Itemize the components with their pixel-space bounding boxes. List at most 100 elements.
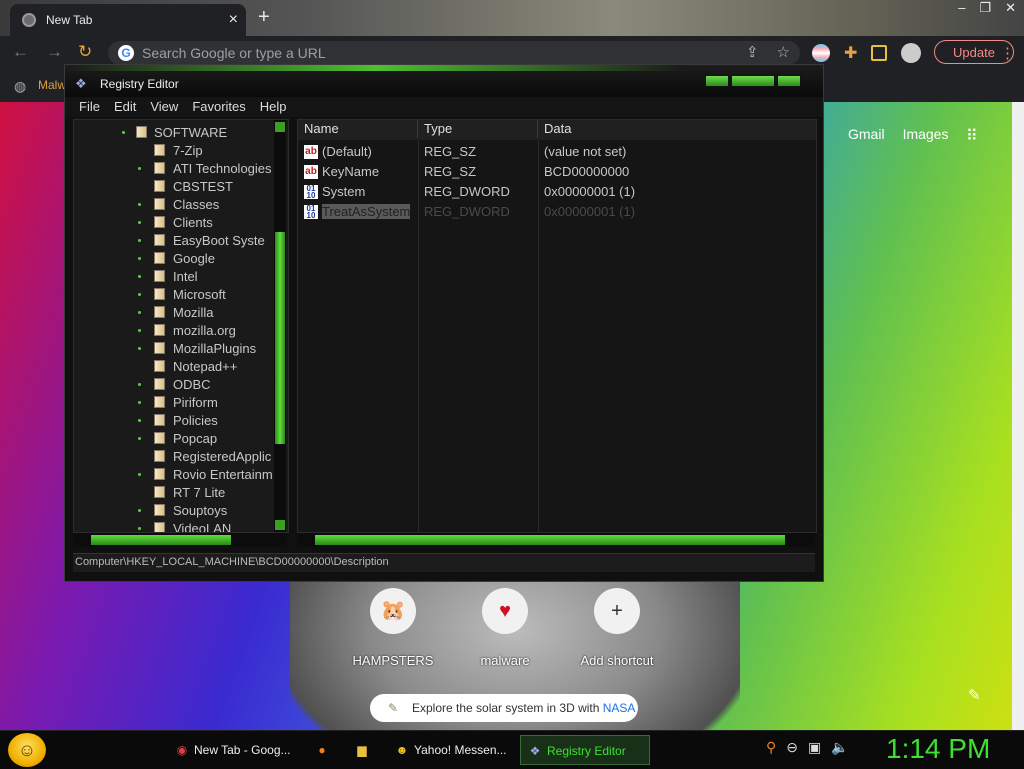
promo-banner[interactable]: ✎ Explore the solar system in 3D with NAS…	[370, 694, 638, 722]
taskbar-item-chrome[interactable]: ◉ New Tab - Goog...	[168, 735, 296, 765]
list-item[interactable]: 01 10 System REG_DWORD 0x00000001 (1)	[298, 182, 816, 202]
side-panel-icon[interactable]	[871, 45, 888, 61]
back-arrow-icon[interactable]: ←	[12, 42, 29, 62]
search-icon[interactable]: ⚲	[766, 739, 776, 756]
expand-dot-icon[interactable]	[138, 437, 141, 440]
shortcut-add[interactable]: + Add shortcut	[567, 588, 667, 668]
expand-dot-icon[interactable]	[138, 419, 141, 422]
tree-horizontal-scrollbar[interactable]	[73, 533, 287, 547]
menu-favorites[interactable]: Favorites	[192, 97, 245, 117]
more-menu-icon[interactable]: ⋮	[1000, 44, 1015, 62]
gmail-link[interactable]: Gmail	[848, 126, 885, 142]
expand-dot-icon[interactable]	[138, 239, 141, 242]
taskbar-item-regedit[interactable]: ❖ Registry Editor	[520, 735, 650, 765]
expand-dot-icon[interactable]	[138, 167, 141, 170]
expand-dot-icon[interactable]	[138, 383, 141, 386]
scroll-thumb[interactable]	[91, 535, 231, 545]
scroll-thumb[interactable]	[315, 535, 785, 545]
column-name[interactable]: Name	[298, 120, 418, 138]
minimize-button[interactable]	[705, 75, 729, 87]
key-tree[interactable]: SOFTWARE 7-Zip ATI Technologies CBSTEST Cla…	[73, 119, 289, 533]
scroll-thumb[interactable]	[275, 232, 285, 444]
tab-new-tab[interactable]: New Tab ×	[10, 4, 246, 36]
menu-bar: File Edit View Favorites Help	[65, 97, 823, 117]
profile-flag-icon[interactable]	[812, 44, 830, 62]
expand-dot-icon[interactable]	[138, 509, 141, 512]
string-value-icon: ab	[304, 145, 318, 159]
tree-vertical-scrollbar[interactable]	[274, 120, 286, 532]
close-window-button[interactable]: ✕	[1005, 0, 1016, 16]
regedit-titlebar[interactable]: ❖ Registry Editor	[65, 65, 823, 97]
expand-dot-icon[interactable]	[138, 221, 141, 224]
restore-button[interactable]: ❐	[979, 0, 991, 16]
taskbar-item-explorer[interactable]: ▆	[348, 735, 378, 765]
list-item[interactable]: 01 10 TreatAsSystem REG_DWORD 0x00000001 (1…	[298, 202, 816, 222]
close-button[interactable]	[777, 75, 801, 87]
network-icon[interactable]: ▣	[808, 739, 821, 756]
values-list[interactable]: Name Type Data ab (Default) REG_SZ (value n…	[297, 119, 817, 533]
menu-edit[interactable]: Edit	[114, 97, 136, 117]
expand-dot-icon[interactable]	[138, 329, 141, 332]
page-scrollbar[interactable]	[1012, 102, 1024, 730]
folder-icon	[154, 198, 165, 210]
folder-icon	[154, 360, 165, 372]
tree-item-label: Clients	[173, 215, 213, 230]
list-horizontal-scrollbar[interactable]	[297, 533, 815, 547]
omnibox[interactable]: G Search Google or type a URL ⇪ ☆	[108, 41, 800, 65]
expand-dot-icon[interactable]	[138, 257, 141, 260]
tree-item-label: CBSTEST	[173, 179, 233, 194]
close-tab-icon[interactable]: ×	[229, 11, 238, 29]
expand-dot-icon[interactable]	[138, 347, 141, 350]
status-icon[interactable]: ⊖	[786, 739, 798, 756]
start-button[interactable]: ☺	[8, 733, 46, 767]
shortcut-malware[interactable]: ♥ malware	[455, 588, 555, 668]
promo-link[interactable]: NASA	[603, 701, 636, 715]
bookmark-malware[interactable]: Malw	[38, 78, 66, 92]
shortcut-hampsters[interactable]: 🐹 HAMPSTERS	[343, 588, 443, 668]
folder-icon	[154, 180, 165, 192]
expand-dot-icon[interactable]	[138, 275, 141, 278]
menu-view[interactable]: View	[150, 97, 178, 117]
expand-dot-icon[interactable]	[138, 203, 141, 206]
promo-text: Explore the solar system in 3D with	[412, 701, 600, 715]
maximize-button[interactable]	[731, 75, 775, 87]
folder-icon	[154, 486, 165, 498]
shortcut-label: malware	[480, 653, 530, 668]
string-value-icon: ab	[304, 165, 318, 179]
forward-arrow-icon[interactable]: →	[46, 42, 63, 62]
heart-icon: ♥	[482, 588, 528, 634]
expand-dot-icon[interactable]	[138, 527, 141, 530]
taskbar-item-yahoo[interactable]: ☻ Yahoo! Messen...	[388, 735, 514, 765]
list-item[interactable]: ab KeyName REG_SZ BCD00000000	[298, 162, 816, 182]
extensions-puzzle-icon[interactable]: ✚	[844, 43, 857, 63]
customize-pencil-icon[interactable]: ✎	[968, 686, 981, 704]
expand-dot-icon[interactable]	[138, 293, 141, 296]
menu-help[interactable]: Help	[260, 97, 287, 117]
column-data[interactable]: Data	[538, 120, 816, 138]
avatar[interactable]	[901, 43, 922, 63]
menu-file[interactable]: File	[79, 97, 100, 117]
bookmark-star-icon[interactable]: ☆	[777, 43, 790, 61]
minimize-button[interactable]: ‒	[958, 0, 965, 16]
images-link[interactable]: Images	[903, 126, 949, 142]
expand-dot-icon[interactable]	[138, 401, 141, 404]
expand-dot-icon[interactable]	[122, 131, 125, 134]
expand-dot-icon[interactable]	[138, 311, 141, 314]
scroll-down-arrow[interactable]	[275, 520, 285, 530]
volume-icon[interactable]: 🔈	[831, 739, 848, 756]
scroll-up-arrow[interactable]	[275, 122, 285, 132]
system-tray: ⚲ ⊖ ▣ 🔈	[766, 739, 849, 756]
clock[interactable]: 1:14 PM	[886, 733, 990, 765]
telescope-icon: ✎	[387, 701, 399, 715]
folder-icon	[154, 432, 165, 444]
taskbar-item-firefox[interactable]: ●	[308, 735, 338, 765]
share-icon[interactable]: ⇪	[746, 43, 759, 61]
column-type[interactable]: Type	[418, 120, 538, 138]
reload-icon[interactable]: ↻	[78, 42, 92, 62]
apps-grid-icon[interactable]: ⠿	[966, 126, 978, 146]
status-bar: Computer\HKEY_LOCAL_MACHINE\BCD00000000\…	[73, 553, 815, 572]
expand-dot-icon[interactable]	[138, 473, 141, 476]
list-item[interactable]: ab (Default) REG_SZ (value not set)	[298, 142, 816, 162]
new-tab-button[interactable]: +	[258, 6, 270, 29]
tree-item-label: Google	[173, 251, 215, 266]
